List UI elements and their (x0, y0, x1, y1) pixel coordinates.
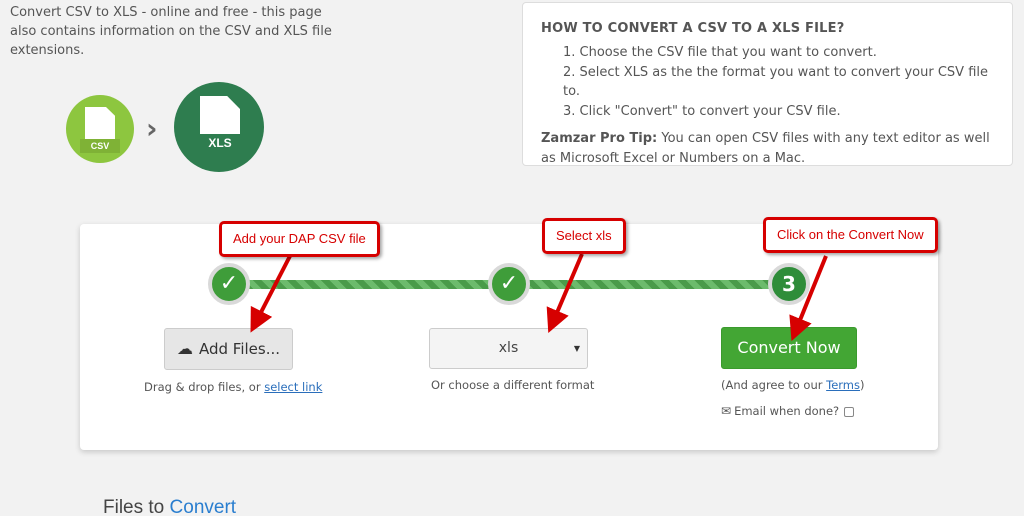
files-title-prefix: Files to (103, 497, 170, 516)
cloud-upload-icon: ☁ (176, 339, 193, 358)
converter-panel: ✓ ✓ 3 ☁ Add Files... Drag & drop files, o… (80, 224, 938, 450)
how-to-step: 3. Click "Convert" to convert your CSV f… (563, 103, 841, 119)
envelope-icon: ✉ (721, 404, 732, 418)
convert-now-button[interactable]: Convert Now (721, 327, 857, 369)
terms-link[interactable]: Terms (826, 378, 860, 392)
email-when-done: ✉ Email when done? (721, 404, 855, 418)
intro-text: Convert CSV to XLS - online and free - t… (10, 5, 332, 58)
dropdown-caret-icon: ▼ (573, 344, 580, 353)
add-files-button[interactable]: ☁ Add Files... (164, 328, 293, 370)
terms-suffix: ) (860, 378, 865, 392)
terms-text: (And agree to our Terms) (721, 378, 865, 392)
files-title-highlight: Convert (169, 497, 237, 516)
email-label: Email when done? (734, 404, 840, 418)
select-link[interactable]: select link (264, 380, 322, 394)
files-to-convert-heading: Files to Convert (103, 497, 236, 516)
how-to-box: HOW TO CONVERT A CSV TO A XLS FILE? 1. C… (522, 2, 1013, 166)
callout-convert-now: Click on the Convert Now (763, 217, 938, 253)
drag-drop-text: Drag & drop files, or select link (144, 380, 322, 394)
format-select[interactable]: xls ▼ (429, 328, 588, 369)
add-files-label: Add Files... (198, 340, 281, 358)
step-2-check-icon: ✓ (488, 263, 530, 305)
choose-format-text: Or choose a different format (431, 378, 595, 392)
drag-drop-label: Drag & drop files, or (144, 380, 265, 394)
how-to-step: 1. Choose the CSV file that you want to … (563, 45, 877, 60)
pro-tip: Zamzar Pro Tip: You can open CSV files w… (541, 129, 994, 168)
callout-select-xls: Select xls (542, 218, 626, 254)
how-to-step: 2. Select XLS as the the format you want… (563, 64, 989, 100)
step-3-badge: 3 (768, 263, 810, 305)
terms-prefix: (And agree to our (721, 378, 827, 392)
csv-label: CSV (80, 139, 120, 153)
chevron-right-icon: › (146, 112, 158, 145)
callout-add-file: Add your DAP CSV file (219, 221, 380, 257)
csv-file-icon: CSV (66, 95, 134, 163)
xls-label: XLS (196, 134, 244, 152)
format-icons: CSV › XLS (66, 82, 266, 174)
xls-file-icon: XLS (174, 82, 264, 172)
email-checkbox[interactable] (844, 406, 855, 417)
format-select-value: xls (498, 340, 519, 356)
step-1-check-icon: ✓ (208, 263, 250, 305)
how-to-title: HOW TO CONVERT A CSV TO A XLS FILE? (541, 21, 845, 36)
pro-tip-label: Zamzar Pro Tip: (541, 131, 658, 146)
